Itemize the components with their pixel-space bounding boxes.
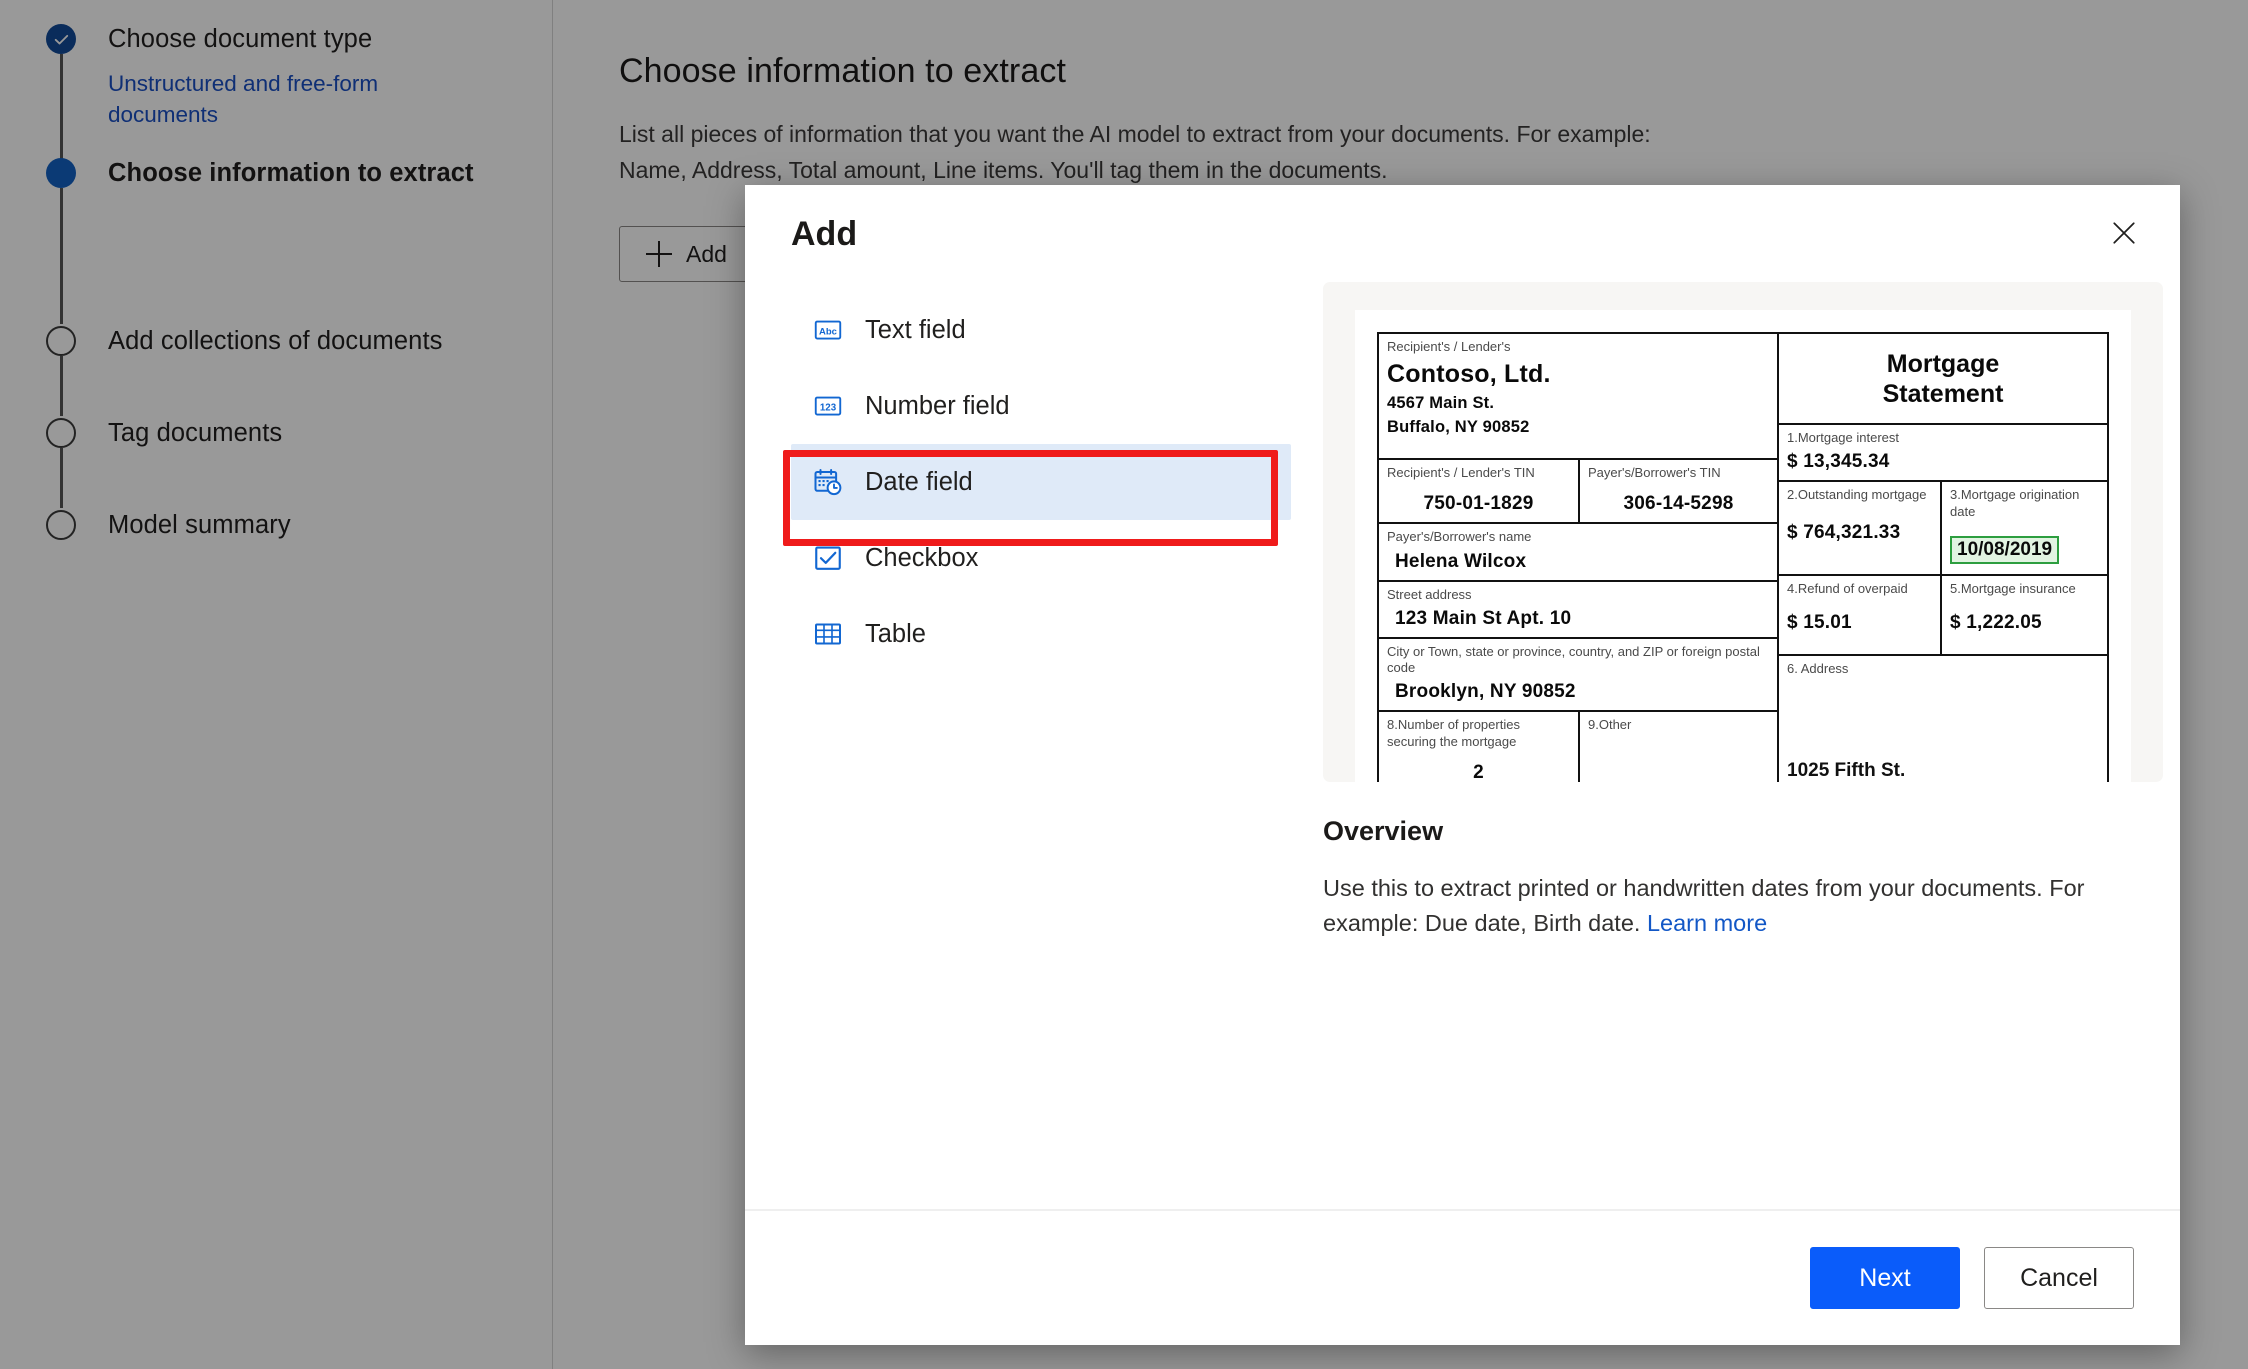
city-value: Brooklyn, NY 90852 — [1395, 681, 1576, 703]
outstanding-mortgage-value: $ 764,321.33 — [1787, 521, 1901, 543]
mortgage-interest-label: 1.Mortgage interest — [1787, 430, 1900, 445]
refund-label: 4.Refund of overpaid — [1787, 581, 1908, 597]
outstanding-mortgage-label: 2.Outstanding mortgage — [1787, 487, 1927, 503]
city-label: City or Town, state or province, country… — [1387, 643, 1760, 675]
address-cell: 6. Address 1025 Fifth St. Sunnyvale, CA … — [1779, 656, 2107, 782]
tin-row: Recipient's / Lender's TIN 750-01-1829 P… — [1379, 460, 1777, 525]
svg-text:123: 123 — [820, 402, 837, 413]
lender-street: 4567 Main St. — [1387, 394, 1495, 413]
document-preview: Recipient's / Lender's Contoso, Ltd. 456… — [1323, 282, 2163, 782]
overview-heading: Overview — [1323, 816, 1444, 846]
dialog-header: Add — [745, 185, 2180, 254]
field-type-list: Abc Text field 123 Number field Date fie… — [791, 282, 1291, 1209]
dialog-body: Abc Text field 123 Number field Date fie… — [745, 254, 2180, 1209]
origination-date-cell: 3.Mortgage origination date 10/08/2019 — [1942, 482, 2105, 574]
field-type-option-text-field[interactable]: Abc Text field — [791, 292, 1291, 368]
next-button[interactable]: Next — [1810, 1247, 1960, 1309]
lender-name: Contoso, Ltd. — [1387, 360, 1551, 389]
checkbox-icon — [815, 546, 841, 570]
other-cell: 9.Other — [1580, 712, 1777, 782]
lender-tin-cell: Recipient's / Lender's TIN 750-01-1829 — [1379, 460, 1580, 523]
field-type-option-date-field[interactable]: Date field — [791, 444, 1291, 520]
field-type-option-checkbox[interactable]: Checkbox — [791, 520, 1291, 596]
address-label: 6. Address — [1787, 661, 1849, 677]
123-number-field-icon: 123 — [814, 396, 842, 416]
lender-cell: Recipient's / Lender's Contoso, Ltd. 456… — [1379, 334, 1777, 460]
properties-cell: 8.Number of properties securing the mort… — [1379, 712, 1580, 782]
cancel-button[interactable]: Cancel — [1984, 1247, 2134, 1309]
field-type-label: Checkbox — [865, 543, 979, 572]
sample-document: Recipient's / Lender's Contoso, Ltd. 456… — [1355, 310, 2131, 782]
field-type-label: Date field — [865, 467, 973, 496]
origination-date-value: 10/08/2019 — [1950, 535, 2060, 564]
insurance-label: 5.Mortgage insurance — [1950, 581, 2076, 597]
document-heading: Mortgage Statement — [1779, 334, 2107, 423]
table-grid-icon — [815, 623, 842, 645]
borrower-tin-label: Payer's/Borrower's TIN — [1588, 465, 1721, 480]
abc-text-field-icon: Abc — [814, 320, 842, 340]
properties-value: 2 — [1473, 761, 1484, 782]
street-address-label: Street address — [1387, 586, 1472, 602]
dialog-title: Add — [791, 215, 858, 253]
insurance-cell: 5.Mortgage insurance $ 1,222.05 — [1942, 576, 2105, 654]
overview-body: Use this to extract printed or handwritt… — [1323, 871, 2113, 941]
field-type-option-table[interactable]: Table — [791, 596, 1291, 672]
lender-tin-value: 750-01-1829 — [1423, 493, 1534, 515]
field-type-label: Table — [865, 619, 926, 648]
other-label: 9.Other — [1588, 717, 1632, 733]
outstanding-origination-row: 2.Outstanding mortgage $ 764,321.33 3.Mo… — [1779, 482, 2107, 577]
refund-value: $ 15.01 — [1787, 611, 1852, 633]
mortgage-interest-value: $ 13,345.34 — [1787, 451, 1890, 473]
borrower-name-cell: Payer's/Borrower's name Helena Wilcox — [1379, 524, 1777, 582]
svg-text:Abc: Abc — [819, 326, 837, 337]
field-type-option-number-field[interactable]: 123 Number field — [791, 368, 1291, 444]
dialog-footer: Next Cancel — [745, 1209, 2180, 1345]
refund-cell: 4.Refund of overpaid $ 15.01 — [1779, 576, 1942, 655]
borrower-tin-value: 306-14-5298 — [1623, 493, 1734, 515]
refund-insurance-row: 4.Refund of overpaid $ 15.01 5.Mortgage … — [1779, 576, 2107, 657]
preview-pane: Recipient's / Lender's Contoso, Ltd. 456… — [1291, 282, 2163, 1209]
street-address-cell: Street address 123 Main St Apt. 10 — [1379, 582, 1777, 639]
learn-more-link[interactable]: Learn more — [1647, 910, 1767, 936]
insurance-value: $ 1,222.05 — [1950, 611, 2042, 633]
outstanding-mortgage-cell: 2.Outstanding mortgage $ 764,321.33 — [1779, 482, 1942, 575]
properties-label: 8.Number of properties securing the mort… — [1387, 717, 1520, 749]
field-type-label: Text field — [865, 315, 966, 344]
lender-tin-label: Recipient's / Lender's TIN — [1387, 465, 1535, 480]
address-line1: 1025 Fifth St. — [1787, 759, 1906, 781]
origination-date-label: 3.Mortgage origination date — [1950, 487, 2080, 519]
document-heading-line1: Mortgage — [1886, 350, 2000, 378]
origination-date-highlight: 10/08/2019 — [1950, 535, 2097, 564]
document-right-column: Mortgage Statement 1.Mortgage interest $… — [1779, 334, 2107, 782]
properties-row: 8.Number of properties securing the mort… — [1379, 712, 1777, 782]
add-field-dialog: Add Abc Text field 123 Number field Date… — [745, 185, 2180, 1345]
borrower-name-value: Helena Wilcox — [1395, 550, 1527, 572]
borrower-tin-cell: Payer's/Borrower's TIN 306-14-5298 — [1580, 460, 1777, 522]
city-cell: City or Town, state or province, country… — [1379, 639, 1777, 713]
lender-city: Buffalo, NY 90852 — [1387, 418, 1530, 437]
document-left-column: Recipient's / Lender's Contoso, Ltd. 456… — [1379, 334, 1779, 782]
address-block: 1025 Fifth St. Sunnyvale, CA 27673 — [1787, 678, 2099, 783]
calendar-clock-date-field-icon — [814, 469, 842, 496]
close-icon[interactable] — [2096, 205, 2152, 261]
borrower-name-label: Payer's/Borrower's name — [1387, 529, 1532, 545]
lender-label: Recipient's / Lender's — [1387, 339, 1511, 354]
screen: Choose document type Unstructured and fr… — [0, 0, 2248, 1369]
street-address-value: 123 Main St Apt. 10 — [1395, 607, 1572, 629]
mortgage-interest-cell: 1.Mortgage interest $ 13,345.34 — [1779, 423, 2107, 483]
document-form-grid: Recipient's / Lender's Contoso, Ltd. 456… — [1377, 332, 2109, 782]
document-heading-line2: Statement — [1882, 379, 2004, 408]
field-type-label: Number field — [865, 391, 1010, 420]
